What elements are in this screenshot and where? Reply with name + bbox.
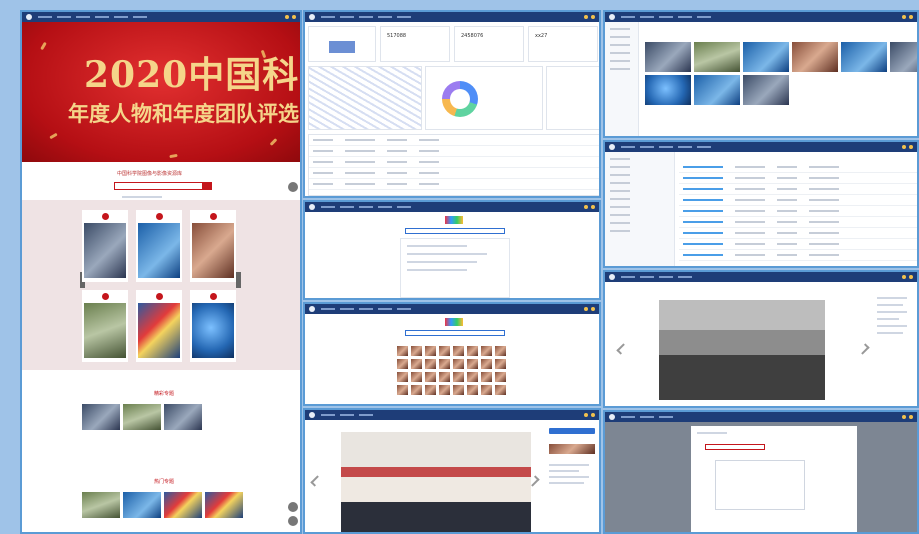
modal-textarea[interactable]: [715, 460, 805, 510]
image-search-window: [303, 302, 601, 406]
image-search-input[interactable]: [405, 330, 505, 336]
search-button[interactable]: [202, 182, 212, 190]
viewer-side-info: [545, 426, 599, 532]
section-title-hot: 热门专题: [154, 479, 175, 485]
historic-photo-window: [603, 270, 919, 408]
donut-chart-panel: [425, 66, 543, 130]
featured-thumb[interactable]: [123, 404, 161, 430]
featured-row: [82, 404, 202, 430]
carousel-next-button[interactable]: [236, 272, 241, 288]
portal-logo: [26, 14, 32, 20]
award-card[interactable]: [82, 290, 128, 362]
file-manager-window: [603, 140, 919, 268]
dashboard-window: 517088 2458076 xx27: [303, 10, 601, 198]
award-card[interactable]: [190, 290, 236, 362]
upload-dialog-window: [603, 410, 919, 534]
photo-viewer-window: [303, 408, 601, 534]
gallery-thumb-grid: [645, 42, 917, 105]
hot-thumb[interactable]: [123, 492, 161, 518]
section-title-featured: 精彩专题: [154, 391, 175, 397]
nav-arrow-right[interactable]: [288, 182, 298, 192]
featured-thumb[interactable]: [82, 404, 120, 430]
screenshot-collage: 2020中国科学院 年度人物和年度团队评选 中国科学院图像与影像资源库 精彩专题…: [0, 0, 919, 534]
modal-input[interactable]: [705, 444, 765, 450]
scroll-bottom-button[interactable]: [288, 516, 298, 526]
scroll-top-button[interactable]: [288, 502, 298, 512]
banner-subtitle: 年度人物和年度团队评选: [68, 101, 299, 126]
stat-value-3: xx27: [535, 33, 548, 39]
file-table: [679, 162, 917, 261]
gallery-sidebar[interactable]: [605, 22, 639, 136]
portal-toolbar-icons[interactable]: [285, 15, 296, 19]
hero-banner: 2020中国科学院 年度人物和年度团队评选: [22, 22, 300, 162]
historic-photo: [659, 300, 825, 400]
award-card[interactable]: [82, 210, 128, 282]
featured-thumb[interactable]: [164, 404, 202, 430]
search-logo-icon: [445, 216, 463, 224]
portal-nav[interactable]: [38, 16, 279, 18]
face-thumb-grid: [397, 346, 506, 395]
hot-thumb[interactable]: [205, 492, 243, 518]
hot-row: [82, 492, 243, 518]
hot-thumb[interactable]: [82, 492, 120, 518]
award-card-grid: [82, 210, 236, 362]
award-card[interactable]: [136, 210, 182, 282]
search-input[interactable]: [114, 182, 204, 190]
results-search-input[interactable]: [405, 228, 505, 234]
tag-cloud-panel: [308, 66, 422, 130]
viewer-photo: [341, 432, 531, 532]
legend-list: [546, 66, 599, 130]
viewer-prev-button[interactable]: [310, 475, 322, 487]
portal-topbar: [22, 12, 300, 22]
banner-year-title: 2020中国科学院: [84, 54, 300, 96]
search-title: 中国科学院图像与影像资源库: [117, 171, 183, 177]
award-card[interactable]: [136, 290, 182, 362]
stat-value-1: 517088: [387, 33, 407, 39]
stat-value-2: 2458076: [461, 33, 484, 39]
image-search-logo-icon: [445, 318, 463, 326]
historic-next-button[interactable]: [858, 343, 870, 355]
historic-prev-button[interactable]: [616, 343, 628, 355]
file-tree-sidebar[interactable]: [605, 152, 675, 266]
dashboard-topbar: [305, 12, 599, 22]
historic-meta: [877, 292, 917, 339]
award-card[interactable]: [190, 210, 236, 282]
hot-thumb[interactable]: [164, 492, 202, 518]
search-results-window: [303, 200, 601, 300]
results-list: [400, 238, 510, 298]
gallery-window: [603, 10, 919, 138]
dashboard-table: [308, 134, 599, 196]
portal-window: 2020中国科学院 年度人物和年度团队评选 中国科学院图像与影像资源库 精彩专题…: [20, 10, 302, 534]
modal-dialog: [691, 426, 857, 532]
